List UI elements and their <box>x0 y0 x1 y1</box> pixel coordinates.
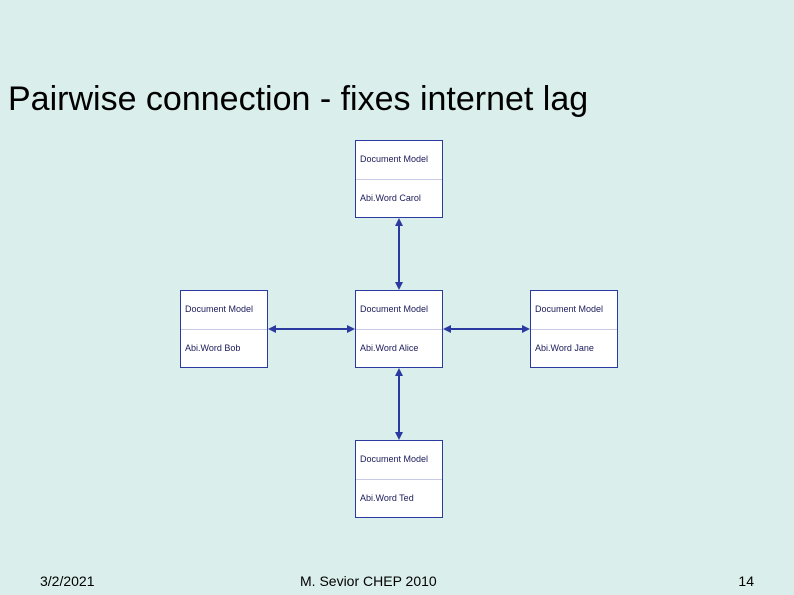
arrowhead-icon <box>443 325 451 333</box>
doc-label: Document Model <box>360 454 438 465</box>
arrowhead-icon <box>395 218 403 226</box>
node-jane: Document Model Abi.Word Jane <box>530 290 618 368</box>
node-bob: Document Model Abi.Word Bob <box>180 290 268 368</box>
connector <box>451 328 522 330</box>
client-label: Abi.Word Ted <box>360 493 438 504</box>
footer-page: 14 <box>738 573 754 589</box>
connector <box>398 376 400 432</box>
arrowhead-icon <box>395 282 403 290</box>
doc-label: Document Model <box>535 304 613 315</box>
diagram: Document Model Abi.Word Carol Document M… <box>145 140 655 530</box>
arrowhead-icon <box>395 368 403 376</box>
client-label: Abi.Word Alice <box>360 343 438 354</box>
node-alice: Document Model Abi.Word Alice <box>355 290 443 368</box>
doc-label: Document Model <box>360 304 438 315</box>
node-ted: Document Model Abi.Word Ted <box>355 440 443 518</box>
arrowhead-icon <box>522 325 530 333</box>
connector <box>398 226 400 282</box>
footer-author: M. Sevior CHEP 2010 <box>300 573 437 589</box>
arrowhead-icon <box>395 432 403 440</box>
client-label: Abi.Word Jane <box>535 343 613 354</box>
client-label: Abi.Word Bob <box>185 343 263 354</box>
doc-label: Document Model <box>185 304 263 315</box>
connector <box>276 328 347 330</box>
arrowhead-icon <box>268 325 276 333</box>
slide-title: Pairwise connection - fixes internet lag <box>8 80 588 119</box>
node-carol: Document Model Abi.Word Carol <box>355 140 443 218</box>
client-label: Abi.Word Carol <box>360 193 438 204</box>
doc-label: Document Model <box>360 154 438 165</box>
footer-date: 3/2/2021 <box>40 573 95 589</box>
arrowhead-icon <box>347 325 355 333</box>
